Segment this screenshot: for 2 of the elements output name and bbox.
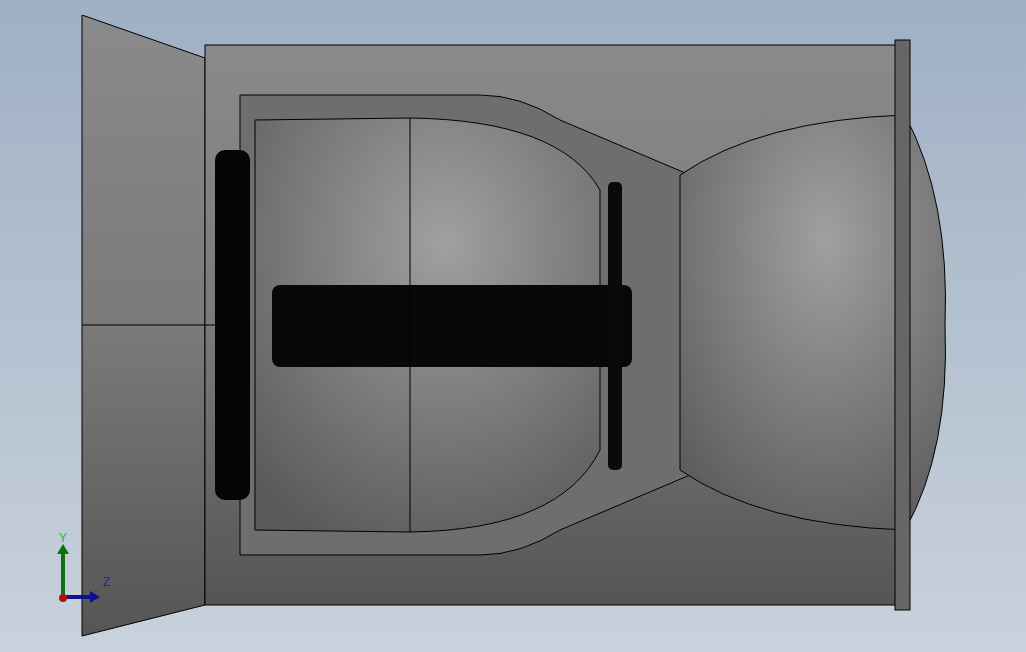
y-axis-label: Y [59,532,67,544]
z-axis-label: Z [103,576,111,588]
